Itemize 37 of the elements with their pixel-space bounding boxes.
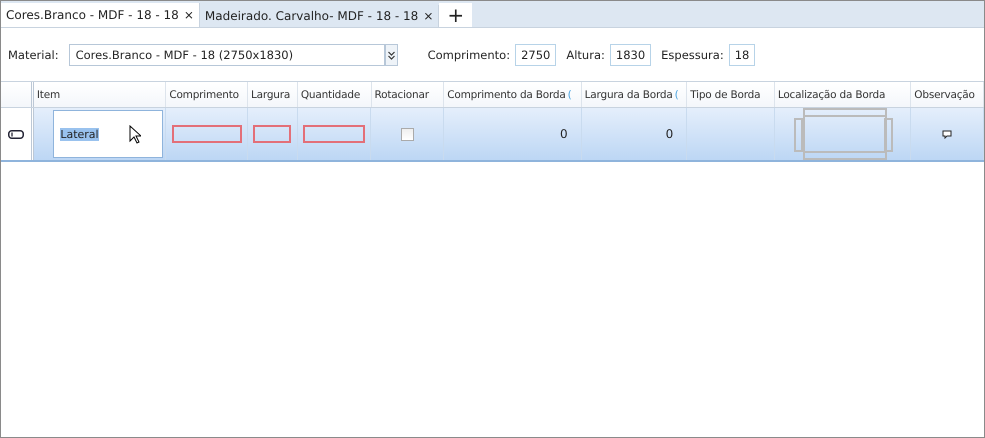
column-header[interactable]: Quantidade [300,88,360,100]
column-header[interactable]: Largura da Borda [584,88,673,100]
pointer-cursor-icon [128,124,141,144]
dimension-label: Comprimento: [428,48,510,62]
column-header[interactable]: Localização da Borda [778,88,886,100]
width-input-field[interactable] [253,125,292,143]
table-cell: 0 [666,127,674,141]
material-dropdown[interactable]: Cores.Branco - MDF - 18 (2750x1830) [68,44,385,66]
quantity-input-field[interactable] [303,125,366,143]
column-header[interactable]: Tipo de Borda [690,88,760,100]
table-row[interactable]: Lateral 0 0 [1,108,984,162]
close-icon[interactable]: × [423,9,434,23]
dimension-label: Altura: [566,48,605,62]
expand-icon[interactable] [384,44,398,66]
column-header[interactable]: Item [36,88,60,100]
header-overflow-text: ( [674,88,678,100]
document-tab[interactable]: Cores.Branco - MDF - 18 - 18 × [1,3,200,27]
column-header[interactable]: Observação [914,88,975,100]
edge-location-drawing[interactable] [792,108,893,160]
length-input-field[interactable] [172,125,242,143]
header-overflow-text: ( [568,88,572,100]
column-header[interactable]: Largura [251,88,290,100]
column-header[interactable]: Comprimento da Borda [447,88,566,100]
dimension-field[interactable]: 1830 [610,44,652,66]
row-edit-icon [8,130,24,138]
material-label: Material: [8,48,59,62]
column-header[interactable]: Rotacionar [374,88,429,100]
dimension-label: Espessura: [661,48,724,62]
comment-icon[interactable] [942,130,952,138]
dimension-field[interactable]: 2750 [515,44,556,66]
item-input-field[interactable]: Lateral [53,110,164,158]
column-header[interactable]: Comprimento [169,88,239,100]
add-tab-button[interactable]: + [439,3,472,27]
table-cell: 0 [560,127,568,141]
close-icon[interactable]: × [184,8,194,22]
dimension-field[interactable]: 18 [728,44,756,66]
rotate-checkbox[interactable] [400,128,414,140]
